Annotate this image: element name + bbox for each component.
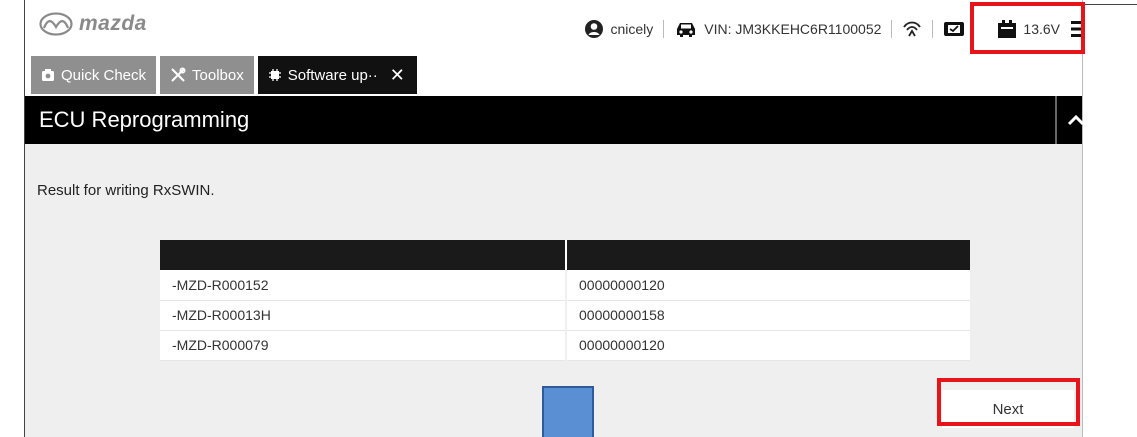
- tab-bar: Quick Check Toolbox Software up·· ✕: [25, 56, 417, 94]
- status-divider: [932, 20, 934, 38]
- vci-device-icon[interactable]: [943, 20, 965, 38]
- user-indicator[interactable]: cnicely: [584, 19, 653, 39]
- top-border: [1082, 4, 1137, 5]
- chip-icon: [268, 69, 281, 81]
- tab-software-update[interactable]: Software up·· ✕: [257, 56, 417, 94]
- app-window: mazda cnicely VIN: JM3KKEHC6R1100052 13.…: [0, 0, 1137, 437]
- car-icon: [677, 23, 696, 37]
- tab-label: Toolbox: [192, 66, 244, 84]
- vin-indicator: VIN: JM3KKEHC6R1100052: [674, 19, 881, 39]
- rxswin-id-cell: -MZD-R00013H: [160, 300, 567, 331]
- tab-toolbox[interactable]: Toolbox: [160, 56, 254, 94]
- rxswin-value-cell: 00000000120: [566, 330, 970, 361]
- rxswin-id-cell: -MZD-R000152: [160, 270, 567, 301]
- highlight-box-battery: [970, 2, 1085, 54]
- rxswin-id-cell: -MZD-R000079: [160, 330, 567, 361]
- right-border: [1082, 0, 1083, 437]
- app-header: mazda cnicely VIN: JM3KKEHC6R1100052 13.…: [25, 0, 1082, 56]
- rxswin-value-cell: 00000000120: [566, 270, 970, 301]
- title-divider: [1055, 96, 1057, 144]
- camera-icon: [42, 69, 54, 81]
- highlight-box-next: [937, 378, 1080, 426]
- table-row: -MZD-R000152 00000000120: [160, 270, 970, 301]
- user-name: cnicely: [610, 21, 654, 37]
- rxswin-value-cell: 00000000158: [566, 300, 970, 331]
- status-divider: [663, 20, 665, 38]
- result-message: Result for writing RxSWIN.: [37, 182, 215, 199]
- tab-label: Software up··: [287, 66, 378, 84]
- rxswin-result-table: -MZD-R000152 00000000120 -MZD-R00013H 00…: [160, 240, 970, 361]
- wireless-connection-icon[interactable]: [902, 19, 922, 39]
- mazda-emblem-icon: [39, 12, 73, 36]
- page-title: ECU Reprogramming: [39, 107, 250, 132]
- table-header-row: [160, 240, 970, 270]
- page-title-bar: ECU Reprogramming: [25, 96, 1085, 144]
- table-header-cell: [160, 240, 567, 270]
- table-row: -MZD-R000079 00000000120: [160, 330, 970, 361]
- user-icon: [585, 20, 604, 38]
- logo-text: mazda: [79, 12, 147, 35]
- status-divider: [891, 20, 893, 38]
- overlay-blue-block: [542, 386, 594, 437]
- table-header-cell: [566, 240, 970, 270]
- tools-icon: [171, 67, 186, 82]
- vin-text: VIN: JM3KKEHC6R1100052: [704, 21, 882, 37]
- chevron-up-icon[interactable]: [1065, 110, 1087, 130]
- tab-quick-check[interactable]: Quick Check: [31, 56, 157, 94]
- tab-label: Quick Check: [61, 66, 147, 84]
- table-row: -MZD-R00013H 00000000158: [160, 300, 970, 331]
- mazda-logo: mazda: [39, 12, 147, 36]
- close-icon[interactable]: ✕: [390, 65, 405, 86]
